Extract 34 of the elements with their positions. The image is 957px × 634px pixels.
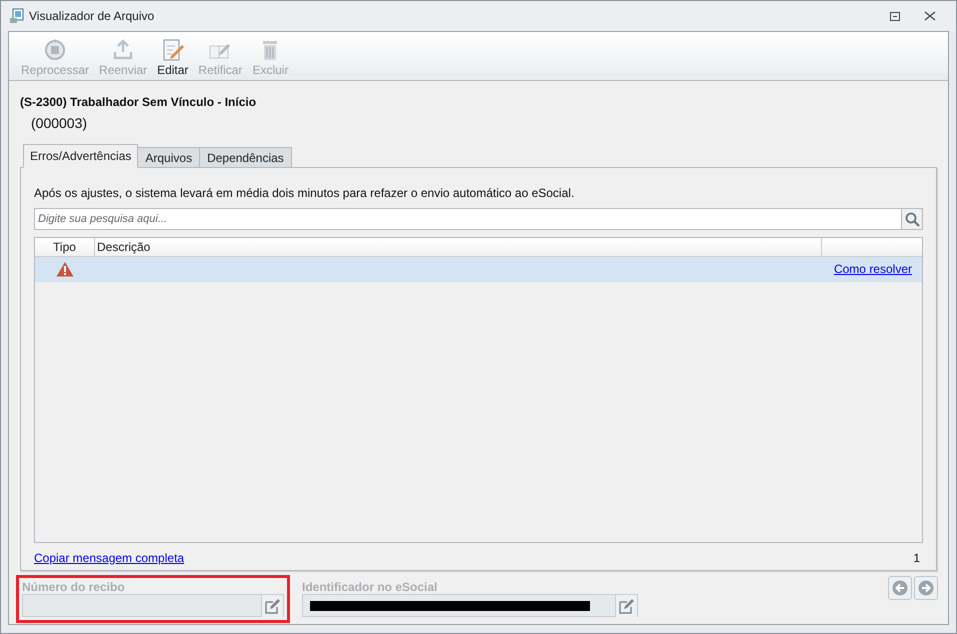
next-button[interactable]	[914, 576, 938, 600]
warning-icon	[56, 261, 74, 277]
app-icon	[9, 8, 25, 24]
field-label: Número do recibo	[22, 579, 126, 594]
column-header[interactable]: Descrição	[95, 238, 822, 256]
resolve-link[interactable]: Como resolver	[834, 260, 912, 278]
field-label: Identificador no eSocial	[302, 579, 438, 594]
toolbar-button[interactable]: Editar	[153, 33, 192, 77]
tab[interactable]: Erros/Advertências	[23, 144, 138, 168]
edit-button[interactable]	[615, 594, 637, 616]
reprocess-icon	[43, 38, 68, 62]
window-title: Visualizador de Arquivo	[29, 8, 154, 25]
column-header[interactable]: Tipo	[35, 238, 95, 256]
text-field[interactable]	[22, 594, 284, 617]
tab[interactable]: Arquivos	[137, 147, 200, 168]
event-title: (S-2300) Trabalhador Sem Vínculo - Início	[20, 94, 258, 111]
text-field[interactable]	[302, 594, 638, 617]
table-row[interactable]: Como resolver	[35, 257, 922, 282]
pencil-note-icon	[160, 38, 185, 62]
search-field[interactable]: Digite sua pesquisa aqui...	[34, 208, 901, 230]
restore-icon[interactable]	[890, 12, 900, 20]
edit-icon	[264, 598, 280, 614]
search-icon	[904, 212, 920, 226]
row-count: 1	[913, 550, 920, 567]
upload-icon	[111, 38, 136, 62]
edit-icon	[618, 598, 634, 614]
previous-button[interactable]	[888, 576, 912, 600]
search-button[interactable]	[901, 208, 923, 230]
copy-link[interactable]: Copiar mensagem completa	[34, 549, 184, 567]
info-text: Após os ajustes, o sistema levará em média dois minutos para refazer o envio automático ao eSocial.	[34, 185, 576, 202]
event-code: (000003)	[31, 114, 88, 133]
edit-button[interactable]	[261, 594, 283, 616]
close-icon[interactable]	[924, 11, 936, 21]
tab[interactable]: Dependências	[199, 147, 292, 168]
